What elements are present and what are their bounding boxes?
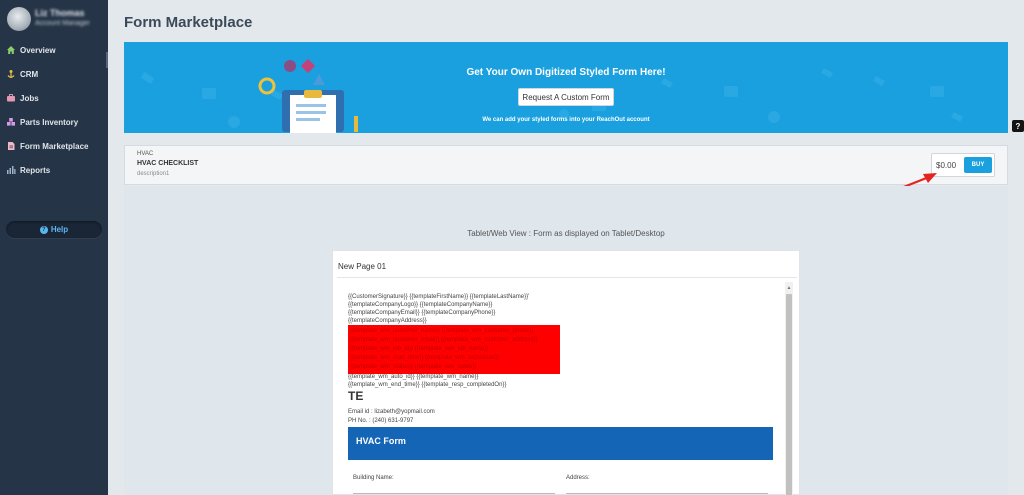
banner-subtext: We can add your styled forms into your R… xyxy=(482,117,650,123)
template-line: {{templateCompanyEmail}} {{templateCompa… xyxy=(348,310,496,316)
template-line: {{template_wm_status}} {{template_wm_not… xyxy=(350,364,477,370)
highlighted-template-block: {{template_wm_customer_name}} {{template… xyxy=(348,325,560,374)
sidebar-item-label: Reports xyxy=(20,165,51,175)
product-category: HVAC xyxy=(137,151,154,157)
building-name-label: Building Name: xyxy=(353,475,394,481)
bar-chart-icon xyxy=(6,165,16,175)
view-mode-label: Tablet/Web View : Form as displayed on T… xyxy=(467,229,665,238)
template-line: {{CustomerSignature}} {{templateFirstNam… xyxy=(348,294,530,300)
user-subtitle: Account Manager xyxy=(35,20,90,27)
template-line: {{template_wm_auto_id}} {{template_wm_na… xyxy=(348,374,479,380)
banner-heading: Get Your Own Digitized Styled Form Here! xyxy=(466,67,666,78)
help-button[interactable]: ? Help xyxy=(6,221,102,238)
template-line: {{template_wm_start_time}} {{template_wm… xyxy=(350,355,500,361)
cubes-icon xyxy=(6,117,16,127)
scroll-up-arrow-icon[interactable]: ▲ xyxy=(785,284,793,292)
address-label: Address: xyxy=(566,475,590,481)
preview-scrollbar[interactable]: ▲ xyxy=(785,282,793,495)
form-preview-frame: New Page 01 {{CustomerSignature}} {{temp… xyxy=(332,250,800,495)
user-name: Liz Thomas xyxy=(35,8,85,18)
template-line: {{template_wm_customer_email}} {{templat… xyxy=(350,337,538,343)
company-abbreviation: TE xyxy=(348,389,364,403)
avatar[interactable] xyxy=(7,7,31,31)
question-circle-icon: ? xyxy=(39,225,48,234)
request-custom-form-button[interactable]: Request A Custom Form xyxy=(518,88,614,106)
product-card: HVAC HVAC CHECKLIST description1 $0.00 B… xyxy=(124,145,1008,185)
user-anchor-icon xyxy=(6,69,16,79)
document-icon xyxy=(6,141,16,151)
product-description: description1 xyxy=(137,171,170,177)
page-title: Form Marketplace xyxy=(124,14,253,31)
sidebar-item-label: Jobs xyxy=(20,93,39,103)
company-email: Email id : lizabeth@yopmail.com xyxy=(348,409,435,415)
sidebar-item-form-marketplace[interactable]: Form Marketplace xyxy=(0,135,108,157)
sidebar-item-parts-inventory[interactable]: Parts Inventory xyxy=(0,111,108,133)
sidebar-item-jobs[interactable]: Jobs xyxy=(0,87,108,109)
template-line: {{template_wm_job_id}} {{template_wm_job… xyxy=(350,346,489,352)
sidebar: Liz Thomas Account Manager Overview CRM … xyxy=(0,0,108,495)
template-line: {{templateCompanyLogo}} {{templateCompan… xyxy=(348,302,493,308)
address-input[interactable] xyxy=(566,493,768,494)
template-line: {{template_wm_end_time}} {{template_resp… xyxy=(348,382,507,388)
form-page-title: New Page 01 xyxy=(338,262,387,271)
scroll-thumb[interactable] xyxy=(786,294,792,495)
form-header-bar: HVAC Form xyxy=(348,427,773,460)
sidebar-scrollbar[interactable] xyxy=(106,52,108,68)
buy-button[interactable]: BUY xyxy=(964,157,992,173)
sidebar-item-overview[interactable]: Overview xyxy=(0,39,108,61)
sidebar-item-label: CRM xyxy=(20,69,39,79)
template-line: {{template_wm_customer_name}} {{template… xyxy=(350,328,534,334)
sidebar-item-label: Parts Inventory xyxy=(20,117,79,127)
briefcase-icon xyxy=(6,93,16,103)
floating-help-button[interactable]: ? xyxy=(1012,120,1024,132)
form-preview-area: Tablet/Web View : Form as displayed on T… xyxy=(124,186,1008,495)
divider xyxy=(337,277,797,278)
help-label: Help xyxy=(50,225,69,234)
template-line: {{templateCompanyAddress}} xyxy=(348,318,427,324)
sidebar-item-reports[interactable]: Reports xyxy=(0,159,108,181)
form-header-title: HVAC Form xyxy=(356,436,406,446)
sidebar-item-label: Form Marketplace xyxy=(20,141,89,151)
sidebar-item-crm[interactable]: CRM xyxy=(0,63,108,85)
promo-banner: Get Your Own Digitized Styled Form Here!… xyxy=(124,42,1008,133)
sidebar-item-label: Overview xyxy=(20,45,56,55)
home-icon xyxy=(6,45,16,55)
company-phone: PH No. : (240) 631-9797 xyxy=(348,418,414,424)
building-name-input[interactable] xyxy=(353,493,555,494)
product-name: HVAC CHECKLIST xyxy=(137,160,199,167)
user-profile[interactable]: Liz Thomas Account Manager xyxy=(7,6,103,32)
